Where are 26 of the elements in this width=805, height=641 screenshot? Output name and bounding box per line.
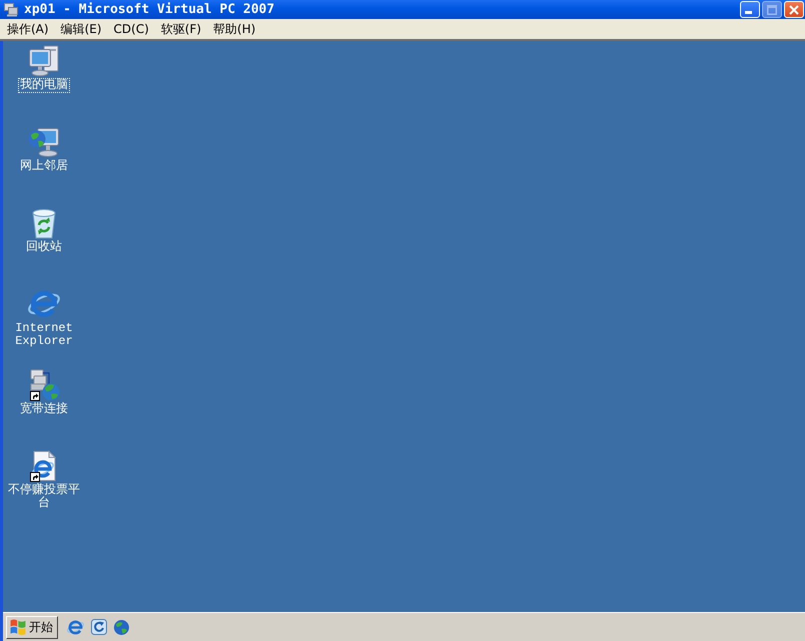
window-title: xp01 - Microsoft Virtual PC 2007: [24, 2, 274, 17]
browser-icon[interactable]: [67, 618, 84, 636]
browser-icon[interactable]: [28, 288, 60, 320]
icon-label[interactable]: 回收站: [25, 241, 63, 254]
menu-item[interactable]: CD(C): [114, 21, 149, 37]
minimize-icon: [745, 11, 752, 14]
computer-icon[interactable]: [28, 45, 60, 77]
globe-icon[interactable]: [114, 620, 129, 634]
maximize-icon: [767, 4, 777, 14]
globe-monitor-icon[interactable]: [28, 126, 60, 158]
icon-label[interactable]: Internet Explorer: [4, 322, 84, 348]
close-icon: [789, 4, 799, 14]
icon-label[interactable]: 不停赚投票平台: [4, 484, 84, 510]
circular-arrow-icon[interactable]: [91, 619, 107, 635]
close-button[interactable]: [784, 1, 804, 18]
minimize-button[interactable]: [740, 1, 760, 18]
icon-label[interactable]: 我的电脑: [19, 79, 69, 92]
icon-label[interactable]: 宽带连接: [19, 403, 69, 416]
menu-item[interactable]: 操作(A): [7, 21, 49, 37]
computer-icon: [4, 2, 18, 16]
menu-item[interactable]: 帮助(H): [213, 21, 256, 37]
start-button[interactable]: 开始: [6, 616, 58, 638]
menu-item[interactable]: 软驱(F): [160, 21, 202, 37]
menu-item[interactable]: 编辑(E): [60, 21, 102, 37]
icon-label[interactable]: 网上邻居: [19, 160, 69, 173]
four-color-flag-icon: [10, 619, 26, 635]
